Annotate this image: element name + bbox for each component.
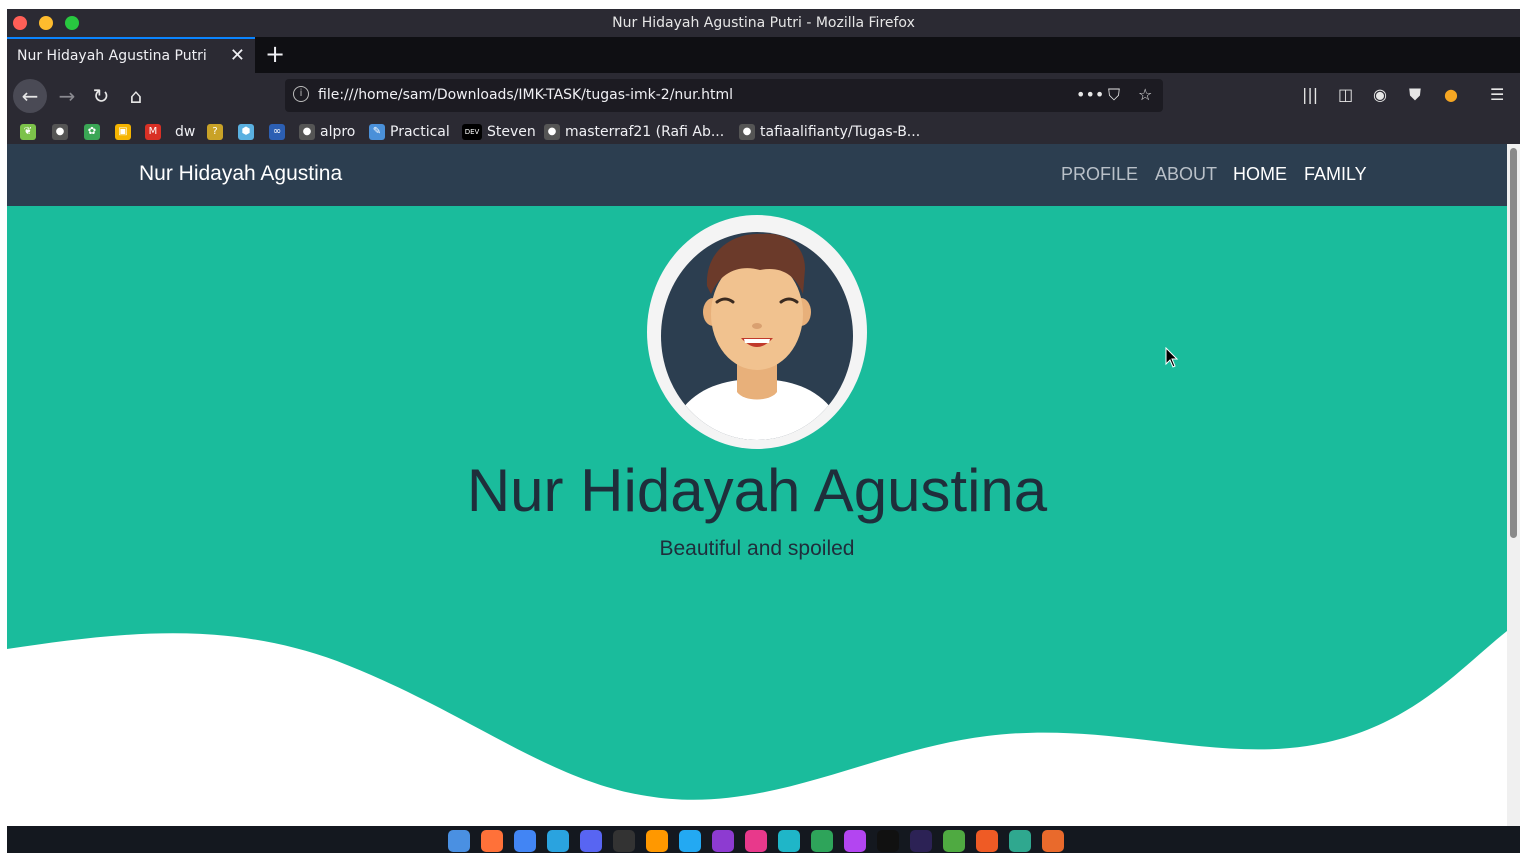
page-viewport: Nur Hidayah Agustina PROFILE ABOUT HOME … — [7, 144, 1507, 826]
firefox-icon[interactable] — [481, 830, 503, 852]
new-tab-button[interactable]: + — [265, 40, 285, 68]
nav-profile[interactable]: PROFILE — [1061, 164, 1138, 185]
phpstorm-icon[interactable] — [844, 830, 866, 852]
bookmark-item[interactable]: ● alpro — [299, 122, 355, 142]
site-brand[interactable]: Nur Hidayah Agustina — [139, 162, 342, 186]
site-info-icon[interactable]: i — [293, 86, 309, 102]
github-icon: ● — [544, 124, 560, 140]
trash-icon[interactable] — [1042, 830, 1064, 852]
intellij-icon[interactable] — [745, 830, 767, 852]
hexagon-icon: ⬢ — [238, 124, 254, 140]
postman-icon[interactable] — [976, 830, 998, 852]
hero-subtitle: Beautiful and spoiled — [659, 537, 855, 560]
bookmark-label: tafiaalifianty/Tugas-B... — [760, 124, 921, 140]
github-icon: ● — [739, 124, 755, 140]
goland-icon[interactable] — [712, 830, 734, 852]
tab-active[interactable]: Nur Hidayah Agustina Putri ✕ — [7, 37, 255, 73]
terminal-icon[interactable] — [613, 830, 635, 852]
bookmarks-toolbar: ❦ ● ✿ ▣ Mdw? ⬢ ∞ ● alpro ✎ Practical DEV Steven ● mast… — [7, 119, 1520, 144]
bookmark-item[interactable]: ✿ — [84, 122, 105, 142]
bookmark-item[interactable]: M — [145, 122, 166, 142]
webstorm-icon[interactable] — [778, 830, 800, 852]
hero-title: Nur Hidayah Agustina — [466, 457, 1048, 524]
forward-button[interactable]: → — [53, 82, 81, 110]
leaf-icon: ❦ — [20, 124, 36, 140]
classroom-icon: ▣ — [115, 124, 131, 140]
bookmark-item[interactable]: ⬢ — [238, 122, 259, 142]
url-text[interactable]: file:///home/sam/Downloads/IMK-TASK/tuga… — [318, 87, 733, 103]
pocket-icon[interactable]: ⛉ — [1108, 85, 1120, 105]
menu-icon[interactable]: ☰ — [1490, 85, 1504, 104]
finder-icon[interactable] — [448, 830, 470, 852]
sidebar-icon[interactable]: ◫ — [1338, 85, 1353, 104]
bookmark-label: masterraf21 (Rafi Ab... — [565, 124, 725, 140]
window-titlebar: Nur Hidayah Agustina Putri - Mozilla Fir… — [7, 9, 1520, 37]
bookmark-label: alpro — [320, 124, 356, 140]
tab-strip: Nur Hidayah Agustina Putri ✕ + — [7, 37, 1520, 73]
nav-family[interactable]: FAMILY — [1304, 164, 1367, 185]
reload-button[interactable]: ↻ — [87, 82, 115, 110]
github-icon: ● — [299, 124, 315, 140]
bookmark-item[interactable]: ● — [52, 122, 73, 142]
eclipse-icon[interactable] — [910, 830, 932, 852]
github-icon: ● — [52, 124, 68, 140]
shield-icon[interactable]: ⛊ — [1409, 85, 1421, 105]
sublime-icon[interactable] — [646, 830, 668, 852]
account-icon[interactable]: ◉ — [1373, 85, 1387, 104]
bookmark-star-icon[interactable]: ☆ — [1138, 85, 1152, 104]
dev-icon: DEV — [462, 124, 482, 140]
mongodb-icon[interactable] — [943, 830, 965, 852]
chrome-icon[interactable] — [514, 830, 536, 852]
school-icon: ✿ — [84, 124, 100, 140]
window-title: Nur Hidayah Agustina Putri - Mozilla Fir… — [612, 15, 915, 31]
avatar — [647, 215, 867, 449]
telegram-icon[interactable] — [547, 830, 569, 852]
bookmark-item[interactable]: ❦ — [20, 122, 41, 142]
bookmark-item[interactable]: ∞ — [269, 122, 290, 142]
files-icon[interactable] — [1009, 830, 1031, 852]
library-icon[interactable]: ||| — [1302, 85, 1318, 104]
vscode-icon[interactable] — [679, 830, 701, 852]
scrollbar-thumb[interactable] — [1510, 148, 1517, 538]
gmail-icon: M — [145, 124, 161, 140]
close-tab-icon[interactable]: ✕ — [230, 45, 245, 66]
bookmark-item[interactable]: ? — [207, 122, 228, 142]
home-button[interactable]: ⌂ — [122, 82, 150, 110]
page-scrollbar[interactable] — [1507, 144, 1520, 826]
datagrip-icon[interactable] — [811, 830, 833, 852]
hero-section: Nur Hidayah Agustina Beautiful and spoil… — [7, 206, 1507, 826]
desktop-screen: Nur Hidayah Agustina Putri - Mozilla Fir… — [7, 9, 1520, 853]
bookmark-item[interactable]: ● masterraf21 (Rafi Ab... — [544, 122, 724, 142]
bookmark-item[interactable]: dw — [175, 122, 195, 142]
bookmark-label: dw — [175, 124, 196, 140]
mouse-cursor — [1165, 347, 1179, 368]
extension-icon[interactable]: ● — [1444, 85, 1458, 104]
bookmark-label: Practical — [390, 124, 450, 140]
jetbrains-icon[interactable] — [877, 830, 899, 852]
wave-divider — [7, 631, 1507, 826]
feather-icon: ✎ — [369, 124, 385, 140]
bookmark-item[interactable]: ✎ Practical — [369, 122, 450, 142]
bookmark-item[interactable]: ▣ — [115, 122, 136, 142]
site-navbar: Nur Hidayah Agustina PROFILE ABOUT HOME … — [7, 144, 1507, 206]
bookmark-item[interactable]: ● tafiaalifianty/Tugas-B... — [739, 122, 920, 142]
desktop-dock — [7, 826, 1520, 853]
tab-title: Nur Hidayah Agustina Putri — [17, 48, 207, 64]
bookmark-item[interactable]: DEV Steven — [462, 122, 536, 142]
nav-home[interactable]: HOME — [1233, 164, 1287, 185]
back-button[interactable]: ← — [13, 79, 47, 113]
page-actions-icon[interactable]: ••• — [1076, 85, 1104, 104]
discord-icon[interactable] — [580, 830, 602, 852]
infinity-icon: ∞ — [269, 124, 285, 140]
nav-about[interactable]: ABOUT — [1155, 164, 1217, 185]
question-icon: ? — [207, 124, 223, 140]
address-bar[interactable]: i file:///home/sam/Downloads/IMK-TASK/tu… — [285, 79, 1163, 112]
bookmark-label: Steven — [487, 124, 536, 140]
browser-toolbar: ← → ↻ ⌂ i file:///home/sam/Downloads/IMK… — [7, 73, 1520, 119]
